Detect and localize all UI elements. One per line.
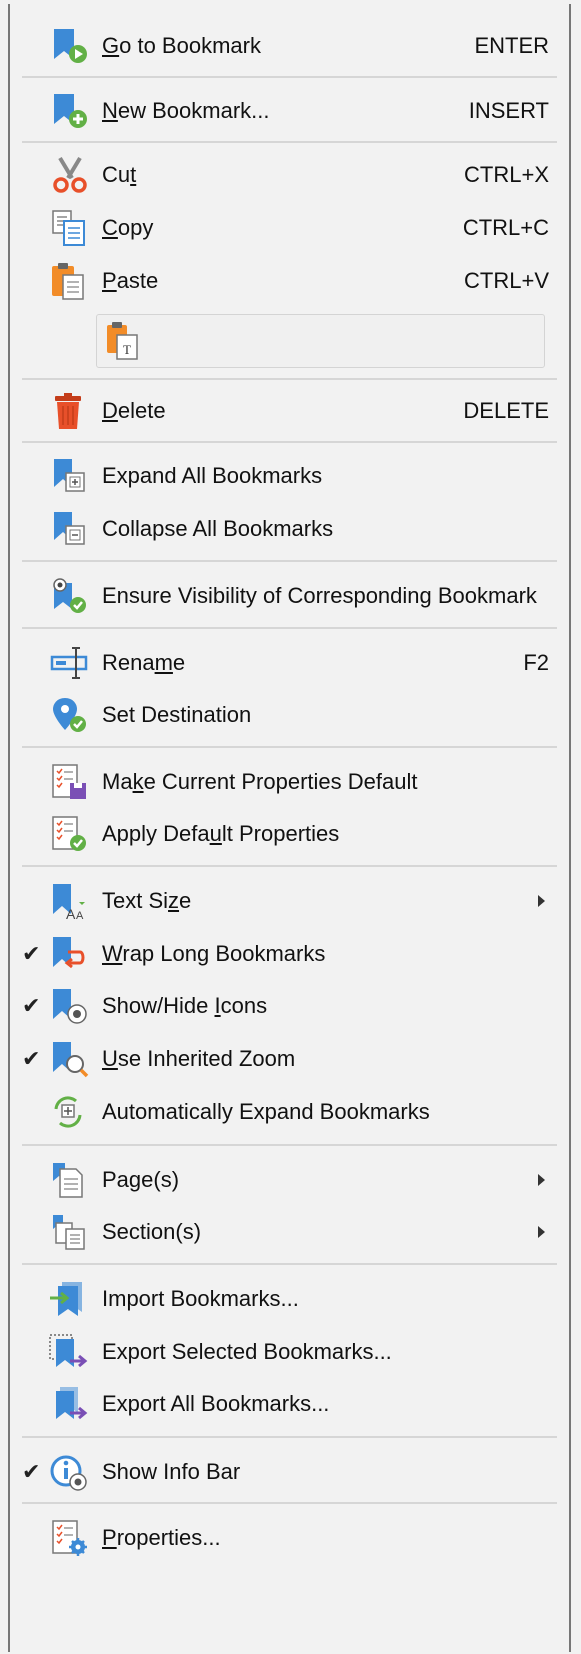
separator xyxy=(22,1263,557,1265)
menu-item-paste[interactable]: Paste CTRL+V xyxy=(10,259,569,303)
paste-icon xyxy=(48,262,92,300)
zoom-bookmark-icon xyxy=(48,1040,92,1078)
checkmark-icon: ✔ xyxy=(22,993,41,1018)
separator xyxy=(22,76,557,78)
menu-item-delete[interactable]: Delete DELETE xyxy=(10,389,569,433)
menu-item-import-bookmarks[interactable]: Import Bookmarks... xyxy=(10,1277,569,1321)
expand-all-icon xyxy=(48,457,92,495)
export-all-icon xyxy=(48,1385,92,1423)
checkmark-icon: ✔ xyxy=(22,941,41,966)
pages-icon xyxy=(48,1161,92,1199)
menu-item-rename[interactable]: Rename F2 xyxy=(10,641,569,685)
menu-item-go-to-bookmark[interactable]: Go to Bookmark ENTER xyxy=(10,24,569,68)
menu-item-auto-expand-bookmarks[interactable]: Automatically Expand Bookmarks xyxy=(10,1090,569,1134)
separator xyxy=(22,560,557,562)
copy-icon xyxy=(48,209,92,247)
submenu-arrow-icon xyxy=(538,1226,545,1238)
paste-text-icon: T xyxy=(103,321,143,361)
menu-item-text-size[interactable]: AA Text Size xyxy=(10,879,569,923)
checkmark-icon: ✔ xyxy=(22,1459,41,1484)
separator xyxy=(22,746,557,748)
separator xyxy=(22,441,557,443)
separator xyxy=(22,865,557,867)
bookmark-context-menu: Go to Bookmark ENTER New Bookmark... INS… xyxy=(8,4,571,1652)
ensure-visibility-icon xyxy=(48,577,92,615)
export-selected-icon xyxy=(48,1333,92,1371)
show-hide-icons-icon xyxy=(48,987,92,1025)
svg-text:A: A xyxy=(66,906,76,920)
menu-item-copy[interactable]: Copy CTRL+C xyxy=(10,206,569,250)
svg-text:A: A xyxy=(76,910,84,920)
submenu-arrow-icon xyxy=(538,895,545,907)
separator xyxy=(22,1144,557,1146)
sections-icon xyxy=(48,1213,92,1251)
checkmark-icon: ✔ xyxy=(22,1046,41,1071)
menu-item-ensure-visibility[interactable]: Ensure Visibility of Corresponding Bookm… xyxy=(10,574,569,618)
menu-item-pages[interactable]: Page(s) xyxy=(10,1158,569,1202)
separator xyxy=(22,627,557,629)
properties-apply-icon xyxy=(48,815,92,853)
menu-item-collapse-all-bookmarks[interactable]: Collapse All Bookmarks xyxy=(10,507,569,551)
menu-item-show-hide-icons[interactable]: ✔ Show/Hide Icons xyxy=(10,984,569,1028)
auto-expand-icon xyxy=(48,1093,92,1131)
properties-gear-icon xyxy=(48,1519,92,1557)
trash-icon xyxy=(48,392,92,430)
menu-item-export-selected-bookmarks[interactable]: Export Selected Bookmarks... xyxy=(10,1330,569,1374)
location-pin-icon xyxy=(48,696,92,734)
shortcut: ENTER xyxy=(474,33,549,58)
go-to-bookmark-icon xyxy=(48,27,92,65)
menu-item-set-destination[interactable]: Set Destination xyxy=(10,693,569,737)
menu-item-properties[interactable]: Properties... xyxy=(10,1516,569,1560)
info-bar-icon xyxy=(48,1453,92,1491)
menu-item-wrap-long-bookmarks[interactable]: ✔ Wrap Long Bookmarks xyxy=(10,932,569,976)
menu-item-export-all-bookmarks[interactable]: Export All Bookmarks... xyxy=(10,1382,569,1426)
shortcut: CTRL+C xyxy=(462,215,549,240)
separator xyxy=(22,1502,557,1504)
shortcut: DELETE xyxy=(463,398,549,423)
separator xyxy=(22,141,557,143)
menu-item-sections[interactable]: Section(s) xyxy=(10,1210,569,1254)
menu-item-make-current-properties-default[interactable]: Make Current Properties Default xyxy=(10,760,569,804)
shortcut: CTRL+X xyxy=(464,162,549,187)
menu-item-new-bookmark[interactable]: New Bookmark... INSERT xyxy=(10,89,569,133)
svg-text:T: T xyxy=(123,342,131,357)
separator xyxy=(22,378,557,380)
menu-item-apply-default-properties[interactable]: Apply Default Properties xyxy=(10,812,569,856)
menu-item-expand-all-bookmarks[interactable]: Expand All Bookmarks xyxy=(10,454,569,498)
menu-item-cut[interactable]: Cut CTRL+X xyxy=(10,153,569,197)
scissors-icon xyxy=(48,156,92,194)
new-bookmark-icon xyxy=(48,92,92,130)
properties-save-icon xyxy=(48,763,92,801)
submenu-arrow-icon xyxy=(538,1174,545,1186)
import-bookmarks-icon xyxy=(48,1280,92,1318)
shortcut: CTRL+V xyxy=(464,268,549,293)
rename-icon xyxy=(48,644,92,682)
text-size-icon: AA xyxy=(48,882,92,920)
separator xyxy=(22,1436,557,1438)
wrap-bookmarks-icon xyxy=(48,935,92,973)
shortcut: F2 xyxy=(523,650,549,675)
collapse-all-icon xyxy=(48,510,92,548)
menu-item-show-info-bar[interactable]: ✔ Show Info Bar xyxy=(10,1450,569,1494)
paste-as-text-button[interactable]: T xyxy=(96,314,545,368)
menu-item-use-inherited-zoom[interactable]: ✔ Use Inherited Zoom xyxy=(10,1037,569,1081)
shortcut: INSERT xyxy=(468,98,549,123)
